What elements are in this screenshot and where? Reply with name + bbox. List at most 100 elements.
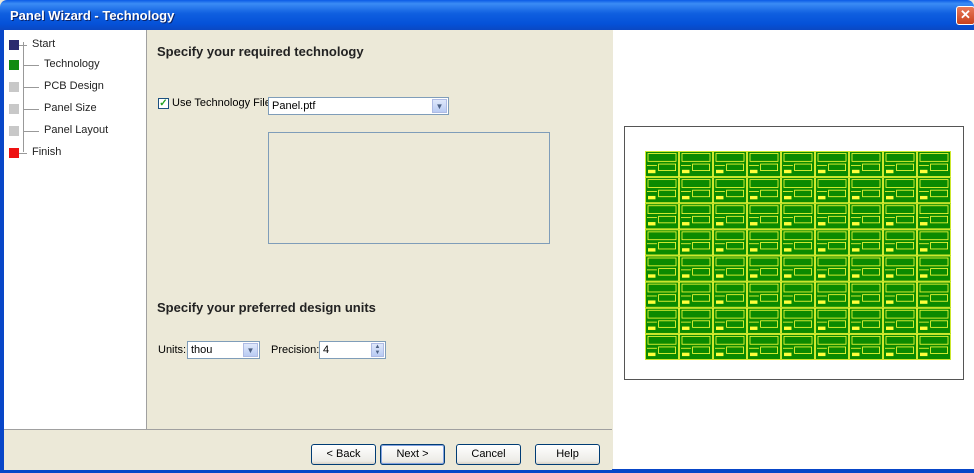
board-trace [862, 320, 881, 328]
board-trace [817, 283, 847, 293]
tree-branch [19, 45, 27, 46]
board-trace [681, 153, 711, 162]
board-trace [817, 257, 847, 267]
board-trace [930, 163, 949, 171]
pcb-panel-graphic [645, 151, 951, 360]
board-trace [726, 189, 744, 198]
board-pad [852, 248, 860, 252]
board-pad [852, 222, 860, 226]
board-trace [715, 309, 745, 319]
board-trace [647, 257, 677, 267]
board-trace [851, 205, 881, 214]
spinner-arrows-icon[interactable]: ▲ ▼ [371, 343, 384, 357]
step-marker-icon [9, 60, 19, 70]
board-trace [681, 231, 711, 241]
board-trace [726, 320, 744, 328]
board-pad [920, 300, 928, 304]
precision-value: 4 [323, 344, 330, 356]
board-trace [692, 268, 710, 276]
pcb-panel-preview [645, 151, 951, 360]
board-pad [852, 274, 860, 278]
board-pad [920, 248, 928, 252]
step-marker-icon [9, 82, 19, 92]
board-trace [715, 231, 745, 241]
board-trace [726, 294, 744, 302]
cancel-button[interactable]: Cancel [456, 444, 521, 465]
back-button[interactable]: < Back [311, 444, 376, 465]
chevron-down-icon[interactable]: ▼ [243, 343, 258, 357]
board-trace [647, 335, 677, 345]
precision-stepper[interactable]: 4 ▲ ▼ [319, 341, 386, 359]
board-trace [851, 231, 881, 241]
board-trace [919, 335, 949, 345]
board-pad [886, 222, 894, 226]
board-pad [682, 274, 690, 278]
board-trace [885, 283, 915, 293]
board-trace [692, 242, 710, 250]
board-pad [920, 326, 928, 330]
units-select[interactable]: thou ▼ [187, 341, 260, 359]
use-technology-file-checkbox[interactable]: ✓ [158, 98, 169, 109]
nav-item-label: Technology [44, 58, 100, 70]
board-trace [930, 268, 949, 276]
board-trace [794, 268, 813, 276]
board-trace [896, 268, 915, 276]
board-trace [692, 215, 710, 224]
board-pad [716, 195, 724, 200]
board-trace [794, 294, 813, 302]
board-pad [716, 169, 724, 174]
step-marker-icon [9, 40, 19, 50]
board-trace [919, 257, 949, 267]
next-button[interactable]: Next > [380, 444, 445, 465]
board-trace [647, 283, 677, 293]
board-trace [647, 309, 677, 319]
board-pad [784, 169, 792, 174]
board-trace [726, 215, 744, 224]
board-pad [648, 248, 656, 252]
tree-branch [23, 65, 39, 66]
step-marker-icon [9, 148, 19, 158]
board-trace [862, 215, 881, 224]
board-pad [818, 274, 826, 278]
board-trace [692, 294, 710, 302]
board-trace [930, 189, 949, 198]
board-trace [817, 335, 847, 345]
board-pad [750, 300, 758, 304]
chevron-down-icon[interactable]: ▼ [432, 99, 447, 113]
board-pad [886, 248, 894, 252]
board-trace [851, 335, 881, 345]
board-trace [794, 189, 813, 198]
nav-item-label: Panel Size [44, 102, 97, 114]
board-trace [783, 153, 813, 162]
technology-file-select[interactable]: Panel.ptf ▼ [268, 97, 449, 115]
window-title: Panel Wizard - Technology [10, 8, 175, 23]
nav-item-label: Finish [32, 146, 62, 158]
board-trace [885, 205, 915, 214]
board-trace [862, 163, 881, 171]
tree-branch [23, 109, 39, 110]
tree-branch [23, 87, 39, 88]
board-pad [852, 352, 860, 357]
precision-label: Precision: [271, 344, 320, 356]
board-trace [749, 205, 779, 214]
board-pad [920, 222, 928, 226]
board-pad [886, 352, 894, 357]
board-trace [794, 163, 813, 171]
board-trace [658, 346, 677, 354]
board-trace [647, 205, 677, 214]
board-trace [794, 242, 813, 250]
board-trace [817, 309, 847, 319]
tree-branch [23, 131, 39, 132]
board-pad [886, 169, 894, 174]
title-bar: Panel Wizard - Technology ✕ [0, 0, 974, 30]
help-button[interactable]: Help [535, 444, 600, 465]
board-trace [919, 309, 949, 319]
board-trace [828, 268, 847, 276]
board-trace [930, 320, 949, 328]
close-icon[interactable]: ✕ [956, 6, 974, 25]
board-trace [896, 163, 915, 171]
board-trace [896, 320, 915, 328]
board-trace [930, 215, 949, 224]
board-pad [716, 274, 724, 278]
board-trace [783, 335, 813, 345]
